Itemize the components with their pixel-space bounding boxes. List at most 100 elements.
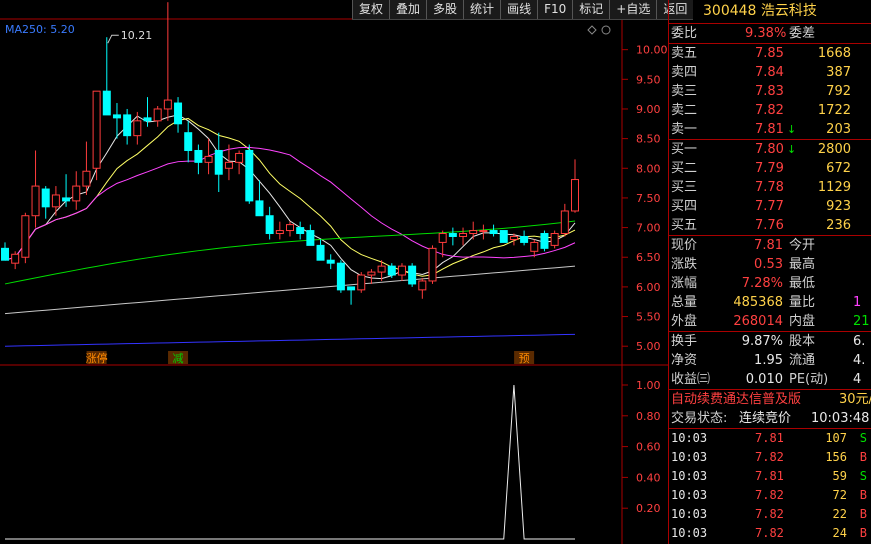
promo-price[interactable]: 30元/: [839, 390, 871, 409]
sell-volume: 1668: [817, 46, 851, 61]
stat-value: 485368: [733, 295, 783, 310]
toolbar-btn-2[interactable]: 多股: [426, 0, 463, 19]
candle: [459, 227, 468, 246]
price-tick-label: 5.00: [636, 340, 661, 353]
stat-value-2: 6.: [853, 334, 866, 349]
high-label: 10.21: [121, 29, 152, 42]
candle: [143, 97, 152, 127]
stat-label-2: 最高: [789, 257, 816, 272]
sub-series-line: [5, 384, 575, 540]
ma120-line: [4, 265, 576, 315]
toolbar-btn-4[interactable]: 画线: [500, 0, 537, 19]
toolbar-btn-5[interactable]: F10: [537, 0, 572, 19]
diamond-icon[interactable]: [587, 25, 597, 35]
tick-side: S: [859, 431, 867, 445]
stat-label: 外盘: [671, 314, 698, 329]
status-row: 交易状态: 连续竞价 10:03:48: [669, 409, 871, 429]
sell-book: 卖五 7.85 1668 卖四 7.84 387 卖三 7.83 792 卖二 7.82 1722 卖一…: [669, 44, 871, 140]
tick-price: 7.82: [755, 488, 784, 502]
tick-time: 10:03: [671, 469, 708, 483]
toolbar-btn-6[interactable]: 标记: [572, 0, 609, 19]
buy-row: 买一 7.80 ↓ 2800: [669, 140, 871, 159]
tick-time: 10:03: [671, 526, 708, 540]
candle: [204, 138, 213, 175]
price-tick-label: 9.00: [636, 103, 661, 116]
promo-text[interactable]: 自动续费通达信普及版: [671, 390, 801, 409]
buy-row: 买二 7.79 672: [669, 159, 871, 178]
candle: [336, 260, 345, 293]
event-markers: 涨停 减 预: [86, 351, 535, 365]
buy-volume: 236: [826, 218, 851, 233]
buy-price: 7.80: [755, 142, 784, 157]
sell-volume: 387: [826, 65, 851, 80]
tick-volume: 22: [832, 507, 847, 521]
price-tick-label: 7.50: [636, 192, 661, 205]
candle: [265, 206, 274, 240]
kline-chart[interactable]: MA250: 5.20 10.00 9.50 9.00 8.50 8.00 7.50 7.0…: [0, 0, 668, 544]
close-icon[interactable]: [601, 25, 611, 35]
tick-price: 7.81: [755, 469, 784, 483]
status-label: 交易状态:: [671, 411, 728, 426]
high-annotation: 10.21: [107, 29, 152, 44]
promo-row[interactable]: 自动续费通达信普及版 30元/: [669, 389, 871, 409]
candle: [367, 269, 376, 284]
ma20-line: [4, 146, 576, 261]
stat-row: 收益㈢ 0.010 PE(动) 4: [669, 370, 871, 389]
stat-value: 268014: [733, 314, 783, 329]
candle: [520, 230, 529, 246]
candle: [326, 254, 335, 270]
event-marker: 预: [519, 352, 530, 365]
candle: [153, 106, 162, 127]
buy-row: 买三 7.78 1129: [669, 178, 871, 197]
status-time: 10:03:48: [811, 411, 870, 426]
candle: [306, 224, 315, 246]
candle: [72, 171, 81, 210]
candle: [1, 242, 9, 261]
sell-row: 卖二 7.82 1722: [669, 101, 871, 120]
ma250-label: MA250: 5.20: [5, 23, 75, 36]
candle: [540, 230, 549, 252]
sell-label: 卖五: [671, 46, 698, 61]
stat-value-2: 1: [853, 295, 862, 310]
quote-panel: 300448 浩云科技 委比 9.38% 委差 卖五 7.85 1668 卖四 7.84…: [668, 0, 871, 544]
tick-side: B: [859, 450, 867, 464]
candle: [550, 230, 559, 249]
buy-label: 买二: [671, 161, 698, 176]
tick-side: B: [859, 488, 867, 502]
buy-label: 买四: [671, 199, 698, 214]
candle: [235, 150, 244, 175]
candle: [102, 37, 111, 116]
stat-row: 涨跌 0.53 最高: [669, 255, 871, 274]
buy-label: 买一: [671, 142, 698, 157]
stat-row: 涨幅 7.28% 最低: [669, 274, 871, 293]
buy-price: 7.78: [755, 180, 784, 195]
price-tick-label: 8.00: [636, 162, 661, 175]
toolbar-btn-3[interactable]: 统计: [463, 0, 500, 19]
buy-volume: 672: [826, 161, 851, 176]
sell-label: 卖二: [671, 103, 698, 118]
toolbar-btn-7[interactable]: +自选: [609, 0, 656, 19]
stat-label: 总量: [671, 295, 698, 310]
candles: [1, 2, 579, 305]
toolbar-btn-0[interactable]: 复权: [352, 0, 389, 19]
candle: [255, 180, 264, 217]
price-tick-label: 9.50: [636, 73, 661, 86]
candle: [357, 272, 366, 293]
toolbar-btn-1[interactable]: 叠加: [389, 0, 426, 19]
stat-value-2: 4: [853, 372, 862, 387]
sub-tick-label: 0.80: [636, 410, 661, 423]
candle: [21, 212, 30, 264]
price-tick-label: 6.00: [636, 281, 661, 294]
sell-row: 卖四 7.84 387: [669, 63, 871, 82]
candle: [62, 174, 71, 207]
tick-time: 10:03: [671, 488, 708, 502]
sell-row: 卖三 7.83 792: [669, 82, 871, 101]
candle: [560, 203, 569, 237]
sell-label: 卖三: [671, 84, 698, 99]
sell-label: 卖一: [671, 122, 698, 137]
tick-row: 10:03 7.82 156 B: [669, 448, 871, 467]
candle: [448, 227, 457, 246]
tick-row: 10:03 7.81 59 S: [669, 467, 871, 486]
stat-label-2: 股本: [789, 334, 816, 349]
sell-volume: 1722: [817, 103, 851, 118]
